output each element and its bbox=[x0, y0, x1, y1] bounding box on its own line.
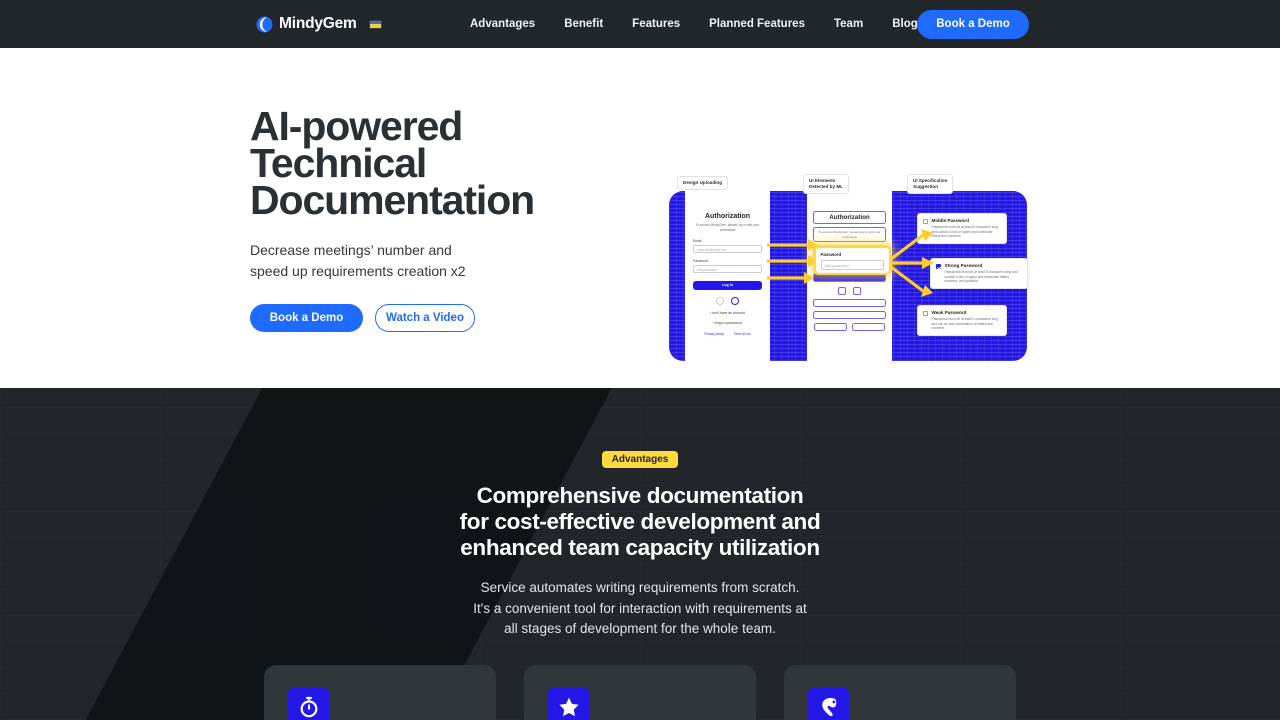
hero-actions: Book a Demo Watch a Video bbox=[250, 304, 580, 332]
suggestion-card-weak-password[interactable]: Weak Password Passwords must be at least… bbox=[917, 305, 1007, 337]
hero-copy: AI-powered Technical Documentation Decre… bbox=[250, 106, 580, 332]
star-icon bbox=[558, 697, 579, 717]
highlighted-password-label: Password bbox=[820, 251, 842, 257]
detected-title-box: Authorization bbox=[813, 211, 886, 224]
detected-social-2 bbox=[853, 287, 861, 296]
nav-link-team[interactable]: Team bbox=[834, 18, 863, 30]
mock-form-desc: To access MindyGem, please log in with y… bbox=[695, 223, 760, 232]
card-icon-tile bbox=[288, 686, 329, 720]
mock-password-label: Password bbox=[693, 259, 708, 263]
mock-privacy-link[interactable]: Privacy policy bbox=[704, 332, 724, 336]
mock-email-label: Email bbox=[693, 239, 702, 243]
advantages-section: Advantages Comprehensive documentation f… bbox=[0, 388, 1280, 720]
highlighted-password-input[interactable]: Add password bbox=[820, 259, 884, 270]
hero-title-line-3: Documentation bbox=[250, 177, 535, 223]
nav-link-planned-features[interactable]: Planned Features bbox=[709, 18, 805, 30]
mock-login-button[interactable]: Log In bbox=[693, 281, 762, 290]
detected-forgot-line bbox=[813, 311, 886, 320]
mock-email-input[interactable]: example@email.com bbox=[693, 245, 762, 253]
suggestion-title: Strong Password bbox=[944, 263, 983, 268]
advantages-title: Comprehensive documentation for cost-eff… bbox=[0, 483, 1280, 561]
mock-social-icon-2[interactable] bbox=[731, 297, 739, 305]
detected-social-1 bbox=[838, 287, 846, 296]
brand-name: MindyGem bbox=[279, 15, 357, 32]
hero-subtitle-line-1: Decrease meetings’ number and bbox=[250, 242, 452, 258]
nav-links: Advantages Benefit Features Planned Feat… bbox=[470, 18, 918, 30]
suggestion-desc: Passwords must be at least 8 characters … bbox=[944, 270, 1018, 284]
illustration-panel-design: Authorization To access MindyGem, please… bbox=[685, 183, 770, 368]
advantages-text-line-1: Service automates writing requirements f… bbox=[480, 580, 800, 595]
mock-password-input[interactable]: Add password bbox=[693, 265, 762, 273]
card-icon-tile bbox=[808, 686, 849, 720]
navbar-book-demo-button[interactable]: Book a Demo bbox=[917, 9, 1029, 39]
hero-subtitle: Decrease meetings’ number and speed up r… bbox=[250, 240, 580, 282]
detected-terms-box bbox=[852, 323, 885, 332]
suggestion-title: Middle Password bbox=[931, 218, 970, 223]
nav-link-features[interactable]: Features bbox=[632, 18, 680, 30]
advantages-description: Service automates writing requirements f… bbox=[0, 578, 1280, 640]
mock-no-account-link[interactable]: I don't have an Account bbox=[693, 311, 762, 315]
checkbox-icon[interactable] bbox=[923, 218, 928, 224]
mock-social-logins bbox=[693, 297, 762, 305]
advantage-card[interactable] bbox=[524, 664, 756, 720]
advantage-cards bbox=[264, 664, 1016, 720]
advantages-header: Advantages Comprehensive documentation f… bbox=[0, 388, 1280, 640]
advantages-title-line-2: for cost-effective development and bbox=[459, 509, 821, 534]
illustration-tag-ui-elements: UI Elements Detected by ML bbox=[803, 174, 849, 194]
illustration-tag-design-uploading: Design Uploading bbox=[677, 176, 729, 190]
detected-desc-box: To access MindyGem, please log in with y… bbox=[813, 227, 886, 243]
hero-title: AI-powered Technical Documentation bbox=[250, 106, 580, 221]
arrow-icon-group-left bbox=[767, 239, 818, 284]
hero-subtitle-line-2: speed up requirements creation x2 bbox=[250, 263, 466, 279]
mock-forgot-link[interactable]: I forgot a password bbox=[693, 321, 762, 325]
advantage-card[interactable] bbox=[264, 664, 496, 720]
advantages-text-line-3: all stages of development for the whole … bbox=[504, 621, 776, 636]
flag-stripe-yellow bbox=[369, 24, 381, 28]
illustration-tag-ui-specification: UI Specification Suggestion bbox=[907, 174, 954, 194]
detected-no-account-line bbox=[813, 299, 886, 308]
mock-terms-link[interactable]: Term of use bbox=[734, 332, 751, 336]
suggestion-card-strong-password[interactable]: Strong Password Passwords must be at lea… bbox=[930, 258, 1028, 290]
hand-icon bbox=[821, 697, 836, 717]
hero-section: AI-powered Technical Documentation Decre… bbox=[0, 48, 1280, 388]
advantages-badge: Advantages bbox=[601, 451, 679, 468]
advantages-title-line-1: Comprehensive documentation bbox=[476, 483, 804, 508]
checkbox-icon[interactable] bbox=[923, 310, 928, 316]
highlighted-password-element: Password Add password bbox=[813, 245, 891, 275]
highlighted-password-card: Password Add password bbox=[815, 247, 889, 273]
ukraine-flag-icon[interactable] bbox=[368, 19, 382, 29]
brand-logo[interactable]: MindyGem bbox=[256, 15, 382, 33]
suggestion-title: Weak Password bbox=[931, 310, 967, 315]
detected-desc-text: To access MindyGem, please log in with y… bbox=[818, 230, 881, 239]
nav-link-blog[interactable]: Blog bbox=[892, 18, 918, 30]
detected-privacy-box bbox=[814, 323, 847, 332]
advantages-text-line-2: It's a convenient tool for interaction w… bbox=[473, 600, 807, 616]
detected-socials bbox=[813, 287, 886, 296]
detected-title-text: Authorization bbox=[829, 214, 870, 221]
mock-form-footer: Privacy policy Term of use bbox=[693, 332, 762, 336]
nav-link-benefit[interactable]: Benefit bbox=[564, 18, 603, 30]
top-navigation-bar: MindyGem Advantages Benefit Features Pla… bbox=[0, 0, 1280, 48]
mock-social-icon-1[interactable] bbox=[716, 297, 724, 305]
suggestion-desc: Passwords must be at least 4 characters … bbox=[931, 317, 999, 331]
mock-form-title: Authorization bbox=[704, 213, 751, 220]
detected-footer bbox=[813, 323, 886, 332]
advantages-title-line-3: enhanced team capacity utilization bbox=[460, 535, 820, 560]
stopwatch-icon bbox=[300, 696, 317, 718]
card-icon-tile bbox=[548, 686, 589, 720]
hero-illustration: Design Uploading UI Elements Detected by… bbox=[667, 165, 1029, 368]
suggestion-desc: Passwords must be at least 6 characters … bbox=[931, 225, 999, 239]
arrow-icon-group-right bbox=[890, 229, 934, 297]
nav-link-advantages[interactable]: Advantages bbox=[470, 18, 535, 30]
hero-watch-video-button[interactable]: Watch a Video bbox=[375, 304, 475, 332]
hero-book-demo-button[interactable]: Book a Demo bbox=[250, 304, 363, 332]
gem-logo-icon bbox=[256, 16, 273, 32]
advantage-card[interactable] bbox=[784, 664, 1016, 720]
